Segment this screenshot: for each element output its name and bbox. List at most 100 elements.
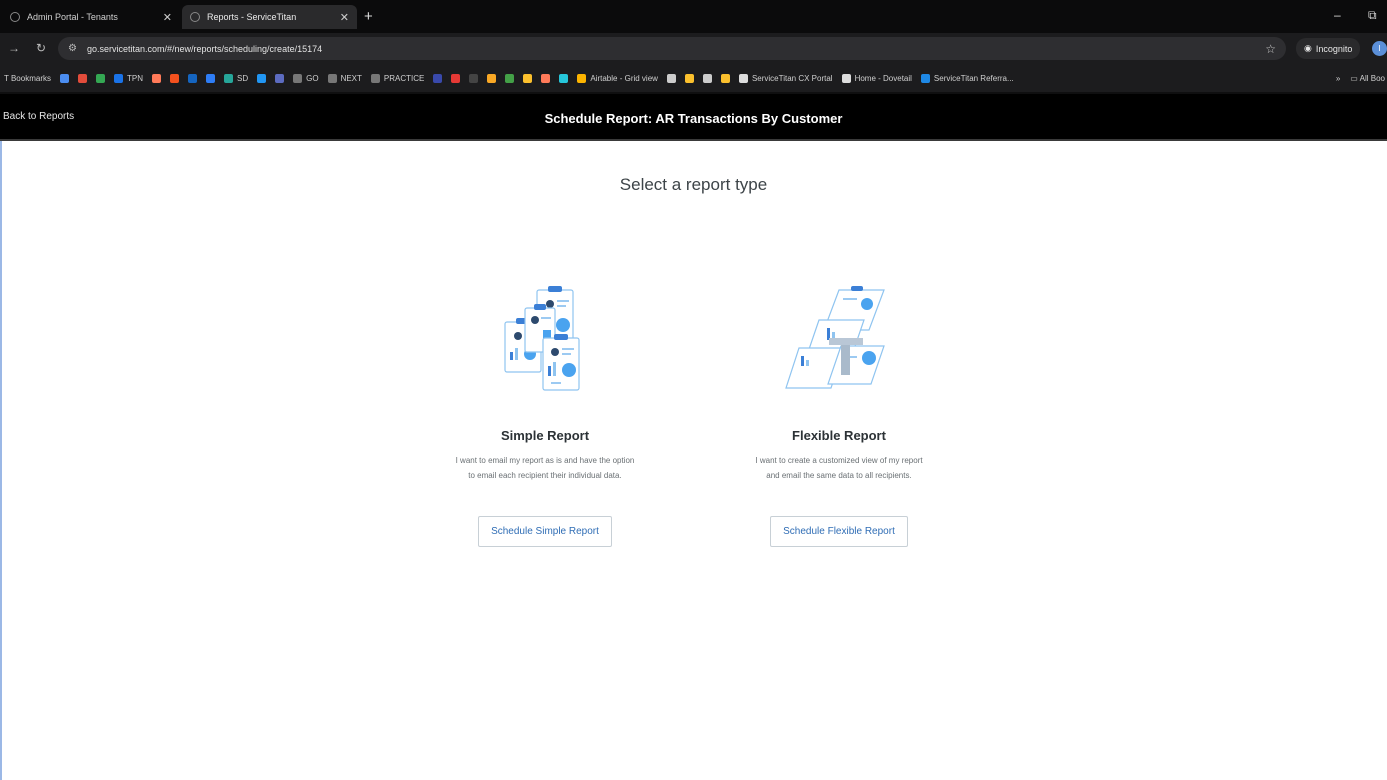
- bookmark-star-icon[interactable]: ☆: [1265, 42, 1276, 56]
- report-type-heading: Select a report type: [619, 175, 768, 194]
- all-bookmarks-button[interactable]: ▭ All Boo: [1350, 74, 1385, 83]
- bookmark-favicon-icon: [577, 73, 587, 83]
- bookmark-favicon-icon: [505, 73, 515, 83]
- bookmark-item[interactable]: [169, 73, 179, 83]
- incognito-badge[interactable]: ◉ Incognito: [1296, 38, 1361, 59]
- bookmark-favicon-icon: [113, 73, 123, 83]
- bookmark-favicon-icon: [433, 73, 443, 83]
- bookmark-item[interactable]: [95, 73, 105, 83]
- browser-toolbar: → ↻ ⚙ go.servicetitan.com/#/new/reports/…: [0, 33, 1387, 64]
- bookmark-favicon-icon: [187, 73, 197, 83]
- bookmark-favicon-icon: [275, 73, 285, 83]
- bookmark-item[interactable]: PRACTICE: [370, 73, 424, 83]
- bookmark-favicon-icon: [293, 73, 303, 83]
- bookmark-favicon-icon: [223, 73, 233, 83]
- bookmark-favicon-icon: [541, 73, 551, 83]
- tab-reports[interactable]: Reports - ServiceTitan ✕: [182, 5, 357, 29]
- bookmark-favicon-icon: [257, 73, 267, 83]
- address-bar[interactable]: ⚙ go.servicetitan.com/#/new/reports/sche…: [58, 37, 1286, 60]
- bookmark-item[interactable]: GO: [293, 73, 319, 83]
- left-edge-border: [0, 141, 2, 780]
- tab-admin-portal[interactable]: Admin Portal - Tenants ✕: [2, 5, 180, 29]
- bookmark-item[interactable]: TPN: [113, 73, 143, 83]
- profile-avatar[interactable]: I: [1372, 41, 1387, 56]
- bookmark-label: SD: [236, 73, 249, 83]
- bookmark-item[interactable]: ServiceTitan CX Portal: [738, 73, 833, 83]
- bookmark-item[interactable]: [487, 73, 497, 83]
- site-info-icon[interactable]: ⚙: [68, 43, 77, 54]
- forward-icon[interactable]: →: [8, 41, 20, 55]
- bookmark-label: GO: [306, 73, 319, 83]
- bookmark-item[interactable]: [275, 73, 285, 83]
- tab-title: Admin Portal - Tenants: [27, 12, 118, 22]
- restore-icon[interactable]: ⧉: [1368, 8, 1377, 23]
- bookmark-item[interactable]: [469, 73, 479, 83]
- bookmark-item[interactable]: [257, 73, 267, 83]
- tab-favicon-icon: [10, 12, 20, 22]
- bookmarks-bar: T Bookmarks TPN SD GO NEXT PRACTICE Airtable -…: [0, 64, 1387, 92]
- flexible-report-illustration-icon: [785, 286, 885, 389]
- bookmark-favicon-icon: [169, 73, 179, 83]
- bookmark-favicon-icon: [559, 73, 569, 83]
- bookmark-item[interactable]: NEXT: [327, 73, 362, 83]
- bookmark-item[interactable]: ServiceTitan Referra...: [920, 73, 1014, 83]
- bookmark-favicon-icon: [205, 73, 215, 83]
- bookmark-favicon-icon: [920, 73, 930, 83]
- schedule-simple-report-button[interactable]: Schedule Simple Report: [478, 516, 612, 547]
- bookmark-item[interactable]: SD: [223, 73, 249, 83]
- flexible-report-title: Flexible Report: [792, 428, 886, 443]
- all-bookmarks-label: All Boo: [1359, 73, 1385, 83]
- bookmark-favicon-icon: [469, 73, 479, 83]
- bookmark-favicon-icon: [59, 73, 69, 83]
- browser-chrome: Admin Portal - Tenants ✕ Reports - Servi…: [0, 0, 1387, 94]
- bookmark-item[interactable]: [702, 73, 712, 83]
- schedule-flexible-report-button[interactable]: Schedule Flexible Report: [770, 516, 908, 547]
- bookmark-item[interactable]: [720, 73, 730, 83]
- bookmark-item[interactable]: [666, 73, 676, 83]
- bookmark-favicon-icon: [77, 73, 87, 83]
- bookmark-item[interactable]: [187, 73, 197, 83]
- bookmark-favicon-icon: [684, 73, 694, 83]
- bookmark-favicon-icon: [370, 73, 380, 83]
- new-tab-icon[interactable]: +: [364, 8, 373, 25]
- bookmark-item[interactable]: [451, 73, 461, 83]
- bookmark-favicon-icon: [327, 73, 337, 83]
- bookmark-item[interactable]: [541, 73, 551, 83]
- bookmarks-overflow-icon[interactable]: »: [1336, 74, 1340, 83]
- bookmark-item[interactable]: [151, 73, 161, 83]
- simple-report-title: Simple Report: [500, 428, 590, 443]
- bookmark-favicon-icon: [702, 73, 712, 83]
- bookmark-favicon-icon: [738, 73, 748, 83]
- bookmark-item[interactable]: [77, 73, 87, 83]
- bookmark-favicon-icon: [841, 73, 851, 83]
- tab-title: Reports - ServiceTitan: [207, 12, 297, 22]
- incognito-icon: ◉: [1304, 43, 1312, 53]
- incognito-label: Incognito: [1315, 43, 1353, 54]
- minimize-icon[interactable]: –: [1334, 8, 1341, 22]
- bookmark-label: T Bookmarks: [4, 73, 51, 83]
- bookmark-item[interactable]: [505, 73, 515, 83]
- bookmark-item[interactable]: [59, 73, 69, 83]
- bookmark-item[interactable]: [684, 73, 694, 83]
- bookmark-item[interactable]: Home - Dovetail: [841, 73, 912, 83]
- bookmark-item[interactable]: [433, 73, 443, 83]
- simple-report-description: I want to email my report as is and have…: [455, 456, 635, 480]
- bookmark-label: ServiceTitan Referra...: [933, 73, 1014, 83]
- flexible-report-description: I want to create a customized view of my…: [755, 456, 923, 480]
- bookmark-item[interactable]: [559, 73, 569, 83]
- reload-icon[interactable]: ↻: [36, 41, 46, 55]
- tab-close-icon[interactable]: ✕: [340, 11, 349, 24]
- bookmark-item[interactable]: Airtable - Grid view: [577, 73, 658, 83]
- url-text: go.servicetitan.com/#/new/reports/schedu…: [86, 43, 323, 54]
- bookmark-label: Home - Dovetail: [854, 73, 912, 83]
- tab-close-icon[interactable]: ✕: [163, 11, 172, 24]
- bookmark-label: TPN: [126, 73, 143, 83]
- tab-favicon-icon: [190, 12, 200, 22]
- bookmark-item[interactable]: [205, 73, 215, 83]
- bookmark-label: Airtable - Grid view: [590, 73, 658, 83]
- bookmark-item[interactable]: T Bookmarks: [4, 74, 51, 83]
- bookmark-item[interactable]: [523, 73, 533, 83]
- bookmark-favicon-icon: [151, 73, 161, 83]
- bookmark-favicon-icon: [720, 73, 730, 83]
- bookmarks-right: » ▭ All Boo: [1335, 64, 1387, 92]
